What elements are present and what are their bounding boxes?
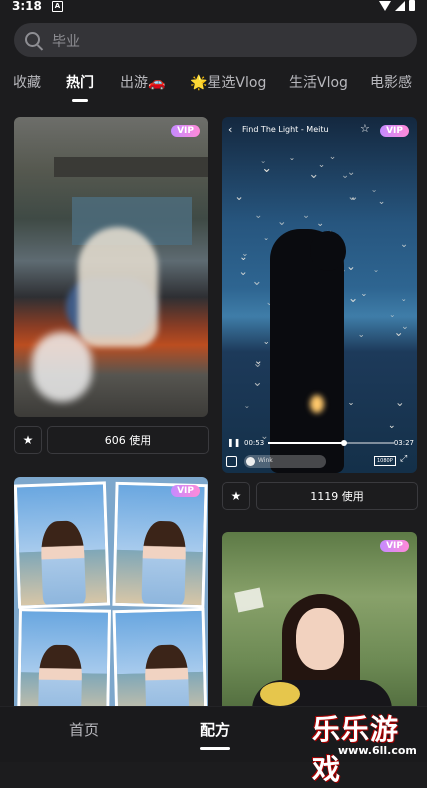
template-card-4[interactable]: VIP xyxy=(222,532,417,717)
photo-building xyxy=(54,157,208,177)
template-card-3[interactable]: VIP xyxy=(14,477,208,717)
seagull: ⌄ xyxy=(277,213,287,228)
collage-photo-3 xyxy=(16,608,112,717)
battery-icon xyxy=(409,0,415,11)
player-controls: ❚❚ 00:53 03:27 Wink 1080P ⤢ xyxy=(222,435,417,473)
tab-star-vlog[interactable]: 🌟星选Vlog xyxy=(190,72,266,92)
star-outline-icon[interactable]: ☆ xyxy=(360,122,370,135)
tab-favorites[interactable]: 收藏 xyxy=(13,72,41,92)
seagull: ⌄ xyxy=(387,419,396,431)
watermark-url: www.6ll.com xyxy=(338,744,417,757)
seagull: ⌄ xyxy=(302,209,310,221)
seagull: ⌄ xyxy=(252,375,263,390)
favorite-button[interactable]: ★ xyxy=(14,426,42,454)
tab-cinematic[interactable]: 电影感 xyxy=(370,72,412,92)
vip-badge: VIP xyxy=(171,125,200,137)
nav-home[interactable]: 首页 xyxy=(69,719,99,740)
seagull: ⌄ xyxy=(263,233,270,243)
notification-icon: A xyxy=(52,1,63,12)
seagull: ⌄ xyxy=(394,394,405,409)
resolution-badge[interactable]: 1080P xyxy=(374,456,396,466)
star-icon: ★ xyxy=(22,433,34,447)
pause-icon[interactable]: ❚❚ xyxy=(227,438,240,447)
collage-photo-4 xyxy=(112,607,208,717)
photo-girl xyxy=(141,520,187,605)
seagull: ⌄ xyxy=(260,155,267,165)
category-tabs: 收藏 热门 出游🚗 🌟星选Vlog 生活Vlog 电影感 xyxy=(0,70,427,100)
photo-face xyxy=(296,608,344,670)
seagull: ⌄ xyxy=(389,309,396,319)
app-chip-label: Wink xyxy=(258,457,273,464)
seagull: ⌄ xyxy=(370,184,378,194)
player-title: Find The Light - Meitu xyxy=(242,125,329,134)
use-template-button[interactable]: 1119 使用 xyxy=(256,482,418,510)
photo-paper xyxy=(234,587,264,613)
photo-flowers xyxy=(260,682,300,706)
seagull: ⌄ xyxy=(341,170,349,182)
seagull: ⌄ xyxy=(360,287,368,298)
seagull: ⌄ xyxy=(328,151,337,162)
seagull: ⌄ xyxy=(253,354,263,367)
photo-silhouette-head xyxy=(310,231,346,271)
vip-badge: VIP xyxy=(380,540,409,552)
search-icon xyxy=(25,32,40,47)
vip-badge: VIP xyxy=(380,125,409,137)
photo-girl xyxy=(40,520,87,605)
seagull: ⌄ xyxy=(372,264,380,274)
seagull: ⌄ xyxy=(400,239,409,251)
template-card-1[interactable]: VIP xyxy=(14,117,208,417)
app-chip[interactable]: Wink xyxy=(244,455,326,468)
seagull: ⌄ xyxy=(347,189,357,203)
star-icon: ★ xyxy=(230,489,242,503)
seagull: ⌄ xyxy=(357,330,365,341)
progress-fill xyxy=(268,442,344,444)
app-chip-icon xyxy=(246,457,255,466)
status-time: 3:18 xyxy=(12,0,42,13)
seagull: ⌄ xyxy=(243,400,251,410)
seagull: ⌄ xyxy=(316,217,325,229)
collage-photo-1 xyxy=(14,481,111,609)
seagull: ⌄ xyxy=(254,209,263,221)
seagull: ⌄ xyxy=(347,289,359,305)
current-time: 00:53 xyxy=(244,439,265,447)
seagull: ⌄ xyxy=(401,321,409,332)
fullscreen-icon[interactable]: ⤢ xyxy=(400,454,407,464)
search-bar[interactable]: 毕业 xyxy=(14,23,417,57)
seagull: ⌄ xyxy=(288,152,296,162)
search-placeholder: 毕业 xyxy=(52,34,80,50)
progress-track[interactable] xyxy=(268,440,394,446)
nav-recipes[interactable]: 配方 xyxy=(200,719,230,740)
photo-figure xyxy=(78,227,158,347)
seagull: ⌄ xyxy=(400,294,407,304)
seagull: ⌄ xyxy=(377,196,386,207)
seagull: ⌄ xyxy=(234,189,244,203)
tab-travel[interactable]: 出游🚗 xyxy=(120,72,165,92)
collage-photo-2 xyxy=(112,481,208,609)
progress-thumb[interactable] xyxy=(340,440,347,446)
seagull: ⌄ xyxy=(239,252,248,264)
seagull: ⌄ xyxy=(346,258,356,273)
wifi-icon xyxy=(379,0,391,11)
seagull: ⌄ xyxy=(347,397,355,408)
site-watermark: 乐乐游戏 www.6ll.com xyxy=(306,708,427,786)
photo-light-glow xyxy=(310,395,324,413)
status-icons xyxy=(379,0,415,11)
template-card-2[interactable]: ‹ Find The Light - Meitu ☆ VIP ⌄ ⌄ ⌄ ⌄ ⌄ ⌄ ⌄ ⌄ ⌄… xyxy=(222,117,417,473)
seagull: ⌄ xyxy=(251,273,263,289)
seagull: ⌄ xyxy=(262,335,270,346)
photo-figure-legs xyxy=(32,332,92,402)
tab-hot[interactable]: 热门 xyxy=(66,72,94,92)
status-bar: 3:18 A xyxy=(0,0,427,14)
caption-icon[interactable] xyxy=(226,456,237,467)
use-template-button[interactable]: 606 使用 xyxy=(47,426,209,454)
duration-time: 03:27 xyxy=(393,439,414,447)
favorite-button[interactable]: ★ xyxy=(222,482,250,510)
vip-badge: VIP xyxy=(171,485,200,497)
seagull: ⌄ xyxy=(238,264,248,278)
seagull: ⌄ xyxy=(308,166,320,182)
back-icon[interactable]: ‹ xyxy=(228,123,232,136)
tab-life-vlog[interactable]: 生活Vlog xyxy=(289,72,348,92)
signal-icon xyxy=(395,0,405,11)
